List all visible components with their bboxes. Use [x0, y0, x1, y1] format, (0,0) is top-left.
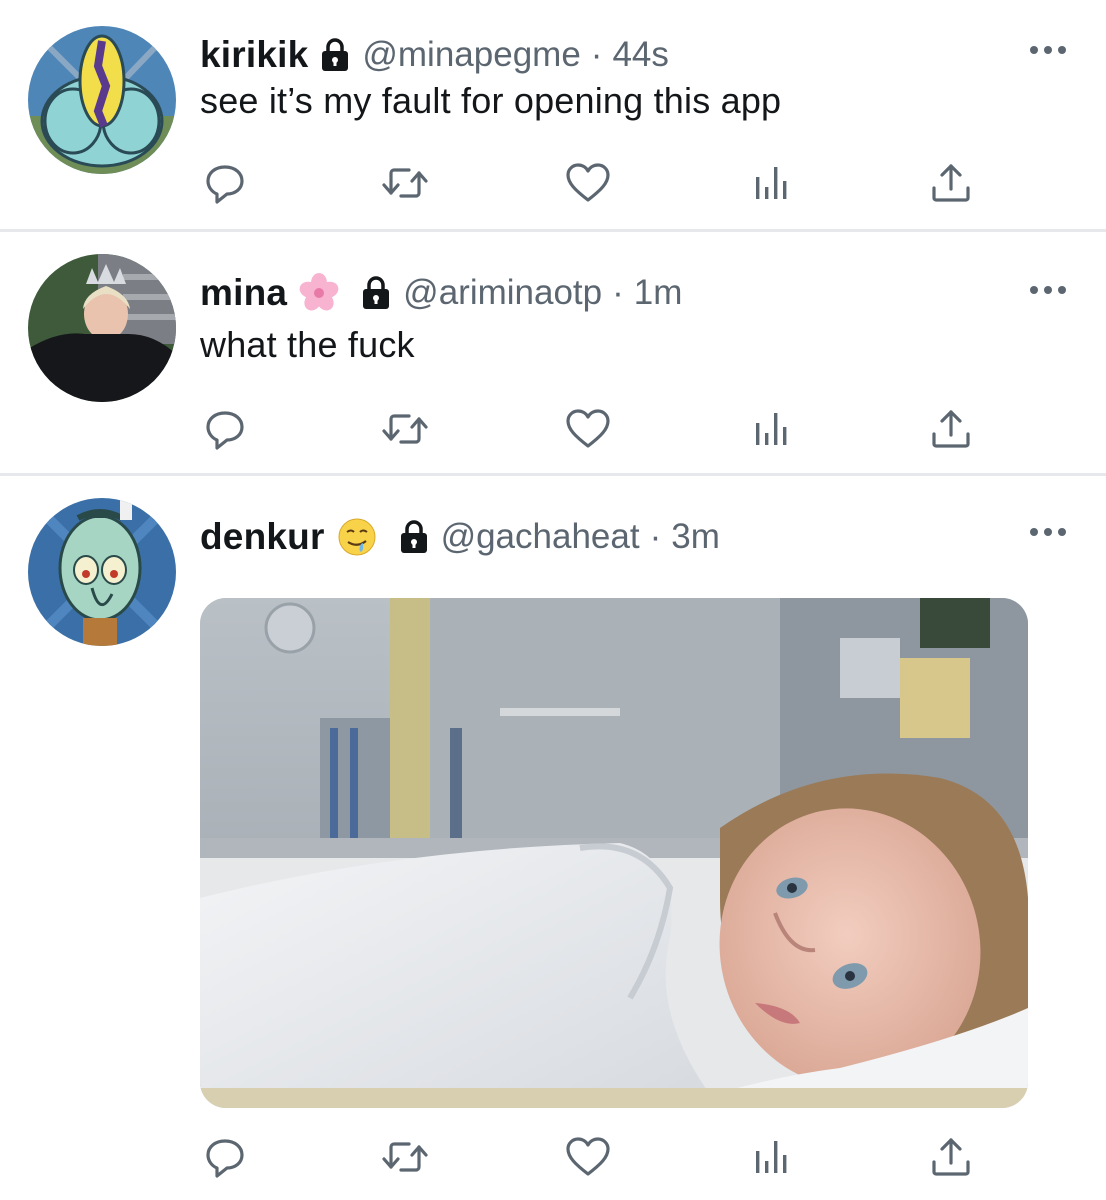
heart-icon [566, 409, 610, 448]
lock-icon [322, 38, 349, 71]
action-bar [200, 404, 1000, 454]
separator-dot: · [590, 35, 603, 74]
handle[interactable]: @gachaheat [441, 517, 640, 557]
display-name[interactable]: kirikik [200, 34, 308, 76]
handle[interactable]: @minapegme [362, 35, 580, 75]
separator-dot: · [649, 517, 662, 556]
tweet-header: mina @ariminaotp · 1m [200, 268, 682, 318]
retweet-icon [382, 414, 428, 444]
reply-icon [206, 411, 244, 450]
reply-button[interactable] [200, 158, 250, 208]
retweet-icon [382, 168, 428, 198]
analytics-icon [756, 1141, 787, 1173]
more-icon[interactable] [1030, 284, 1066, 296]
avatar[interactable] [28, 498, 176, 646]
retweet-button[interactable] [380, 158, 430, 208]
lock-icon [400, 520, 427, 553]
reply-button[interactable] [200, 1132, 250, 1182]
analytics-icon [756, 413, 787, 445]
tweet-1[interactable]: kirikik @minapegme · 44s see it’s my fau… [0, 0, 1106, 230]
lock-icon [363, 276, 390, 309]
like-button[interactable] [563, 1132, 613, 1182]
avatar[interactable] [28, 26, 176, 174]
share-icon [932, 410, 970, 448]
more-icon[interactable] [1030, 526, 1066, 538]
avatar-image [28, 254, 176, 402]
timestamp[interactable]: 1m [634, 273, 683, 313]
share-button[interactable] [926, 1132, 976, 1182]
share-button[interactable] [926, 158, 976, 208]
reply-icon [206, 165, 244, 204]
timestamp[interactable]: 44s [612, 35, 668, 75]
retweet-button[interactable] [380, 1132, 430, 1182]
drooling-face-emoji [338, 518, 376, 556]
cherry-blossom-emoji [299, 273, 339, 311]
retweet-button[interactable] [380, 404, 430, 454]
avatar-image [28, 26, 176, 174]
tweet-text: what the fuck [200, 324, 415, 365]
like-button[interactable] [563, 404, 613, 454]
avatar[interactable] [28, 254, 176, 402]
avatar-image [28, 498, 176, 646]
display-name[interactable]: mina [200, 272, 287, 314]
photo-image [200, 598, 1028, 1108]
share-icon [932, 164, 970, 202]
tweet-2[interactable]: mina @ariminaotp · 1m what the fuck [0, 232, 1106, 474]
divider [0, 473, 1106, 476]
analytics-button[interactable] [745, 1132, 795, 1182]
reply-icon [206, 1139, 244, 1178]
tweet-media-photo[interactable] [200, 598, 1028, 1108]
tweet-header: denkur @gachaheat · 3m [200, 512, 720, 562]
handle[interactable]: @ariminaotp [403, 273, 602, 313]
analytics-button[interactable] [745, 404, 795, 454]
share-button[interactable] [926, 404, 976, 454]
tweet-header: kirikik @minapegme · 44s [200, 30, 669, 80]
display-name[interactable]: denkur [200, 516, 325, 558]
heart-icon [566, 163, 610, 202]
like-button[interactable] [563, 158, 613, 208]
share-icon [932, 1138, 970, 1176]
more-icon[interactable] [1030, 44, 1066, 56]
analytics-icon [756, 167, 787, 199]
analytics-button[interactable] [745, 158, 795, 208]
retweet-icon [382, 1142, 428, 1172]
action-bar [200, 1132, 1000, 1182]
separator-dot: · [612, 273, 624, 312]
tweet-text: see it’s my fault for opening this app [200, 80, 782, 121]
action-bar [200, 158, 1000, 208]
reply-button[interactable] [200, 404, 250, 454]
heart-icon [566, 1137, 610, 1176]
timestamp[interactable]: 3m [671, 517, 720, 557]
